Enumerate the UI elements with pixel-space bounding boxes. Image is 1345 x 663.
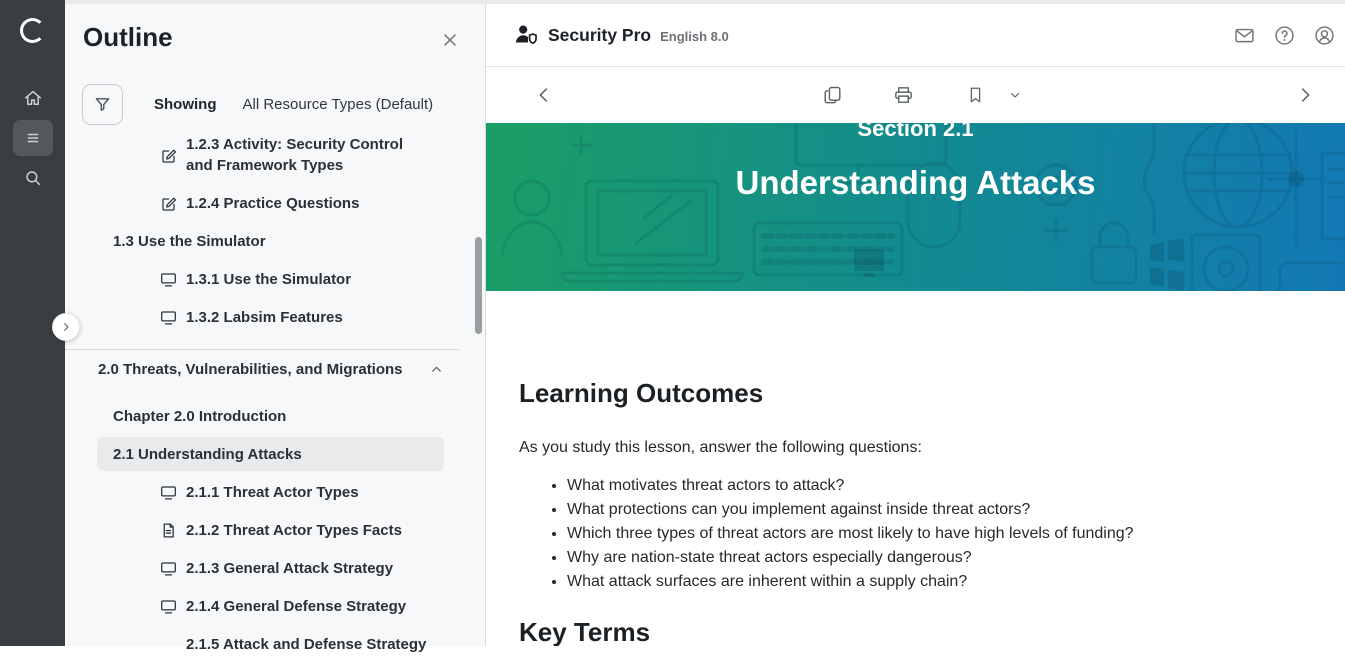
rail-item-outline[interactable] [13,120,53,156]
next-button[interactable] [1292,82,1318,108]
outline-item-label: 2.1.4 General Defense Strategy [186,598,406,615]
panel-scrollbar[interactable] [475,237,482,334]
outline-item[interactable]: 2.1.3 General Attack Strategy [65,549,485,587]
outline-item[interactable]: 1.2.4 Practice Questions [65,184,485,222]
outline-item-label: 2.1 Understanding Attacks [113,446,302,463]
outline-item[interactable]: 2.1.2 Threat Actor Types Facts [65,511,485,549]
home-icon [22,87,44,109]
outline-item[interactable]: 2.1 Understanding Attacks [97,437,444,471]
funnel-icon [92,94,113,115]
learning-outcome-question: Which three types of threat actors are m… [567,522,1345,546]
video-icon [160,484,177,501]
course-subtitle: English 8.0 [660,29,729,44]
outline-item-label: 2.0 Threats, Vulnerabilities, and Migrat… [98,361,403,378]
outline-item-label: 2.1.5 Attack and Defense Strategy [186,636,426,653]
video-icon [160,598,177,615]
collapse-chevron-icon[interactable] [429,362,444,377]
learning-outcome-question: What attack surfaces are inherent within… [567,570,1345,594]
doc-icon [160,522,177,539]
banner-text: Section 2.1 Understanding Attacks [486,123,1345,202]
outline-item-label: 1.3 Use the Simulator [113,233,266,250]
outline-item-label: 1.2.4 Practice Questions [186,195,359,212]
outline-item-label: 2.1.1 Threat Actor Types [186,484,359,501]
outline-item[interactable]: Chapter 2.0 Introduction [65,397,485,435]
banner-title: Understanding Attacks [486,164,1345,202]
mail-icon [1233,24,1256,47]
menu-icon [22,127,44,149]
chevron-right-icon [60,321,72,333]
security-pro-logo-icon [513,22,539,48]
expand-panel-button[interactable] [52,313,80,341]
outline-item-label: 1.3.2 Labsim Features [186,309,343,326]
activity-icon [160,147,177,164]
chevron-left-icon [533,84,555,106]
help-icon [1273,24,1296,47]
filter-value[interactable]: All Resource Types (Default) [243,96,434,113]
outline-item-label: 2.1.3 General Attack Strategy [186,560,393,577]
learning-outcome-question: Why are nation-state threat actors espec… [567,546,1345,570]
bookmark-button[interactable] [963,83,988,108]
video-icon [160,560,177,577]
copy-icon [821,84,844,107]
filter-button[interactable] [82,84,123,125]
bookmark-menu-button[interactable] [1005,85,1025,105]
account-button[interactable] [1313,24,1336,47]
panel-title: Outline [83,22,173,53]
lesson-content: Learning Outcomes As you study this less… [486,291,1345,646]
outline-item[interactable]: 1.3 Use the Simulator [65,222,485,260]
lesson-toolbar [486,67,1345,123]
mail-button[interactable] [1233,24,1256,47]
chevron-right-icon [1294,84,1316,106]
close-panel-button[interactable] [437,27,463,53]
video-icon [160,271,177,288]
rail-item-home[interactable] [13,80,53,116]
outline-item-label: 1.2.3 Activity: Security Control and Fra… [186,134,418,176]
rail-nav [0,80,65,200]
print-button[interactable] [890,82,917,109]
outline-item[interactable]: 1.3.1 Use the Simulator [65,260,485,298]
header-icons [1233,4,1336,67]
previous-button[interactable] [531,82,557,108]
outline-item[interactable]: 2.1.4 General Defense Strategy [65,587,485,625]
outline-item[interactable]: 2.1.5 Attack and Defense Strategy [65,625,485,663]
outline-item[interactable]: 2.0 Threats, Vulnerabilities, and Migrat… [65,350,485,388]
account-icon [1313,24,1336,47]
learning-outcomes-list: What motivates threat actors to attack?W… [519,474,1345,594]
chevron-down-icon [1007,87,1023,103]
outline-item-label: Chapter 2.0 Introduction [113,408,286,425]
banner-section-label: Section 2.1 [486,123,1345,143]
outline-item-label: 1.3.1 Use the Simulator [186,271,351,288]
section-banner: Section 2.1 Understanding Attacks [486,123,1345,291]
learning-outcome-question: What protections can you implement again… [567,498,1345,522]
outline-item[interactable]: 1.3.2 Labsim Features [65,298,485,336]
outline-tree: 1.2.3 Activity: Security Control and Fra… [65,126,485,663]
top-strip [65,0,1345,4]
copy-button[interactable] [819,82,846,109]
learning-outcome-question: What motivates threat actors to attack? [567,474,1345,498]
video-icon [160,309,177,326]
outline-item[interactable]: 1.2.3 Activity: Security Control and Fra… [65,126,485,184]
rail-item-search[interactable] [13,160,53,196]
help-button[interactable] [1273,24,1296,47]
app-logo[interactable] [0,18,65,43]
outline-panel: Outline Showing All Resource Types (Defa… [65,0,486,646]
lesson-intro-text: As you study this lesson, answer the fol… [519,439,1345,457]
close-icon [439,29,461,51]
outline-item[interactable]: 2.1.1 Threat Actor Types [65,473,485,511]
print-icon [892,84,915,107]
bookmark-icon [965,85,986,106]
filter-label: Showing [154,96,217,113]
logo-c-icon [20,18,45,43]
course-header: Security Pro English 8.0 [486,4,1345,67]
outline-item-label: 2.1.2 Threat Actor Types Facts [186,522,402,539]
key-terms-heading: Key Terms [519,617,1345,646]
search-icon [22,167,44,189]
learning-outcomes-heading: Learning Outcomes [519,378,1345,409]
filter-row: Showing All Resource Types (Default) [82,84,433,125]
course-title: Security Pro [548,25,651,46]
activity-icon [160,195,177,212]
